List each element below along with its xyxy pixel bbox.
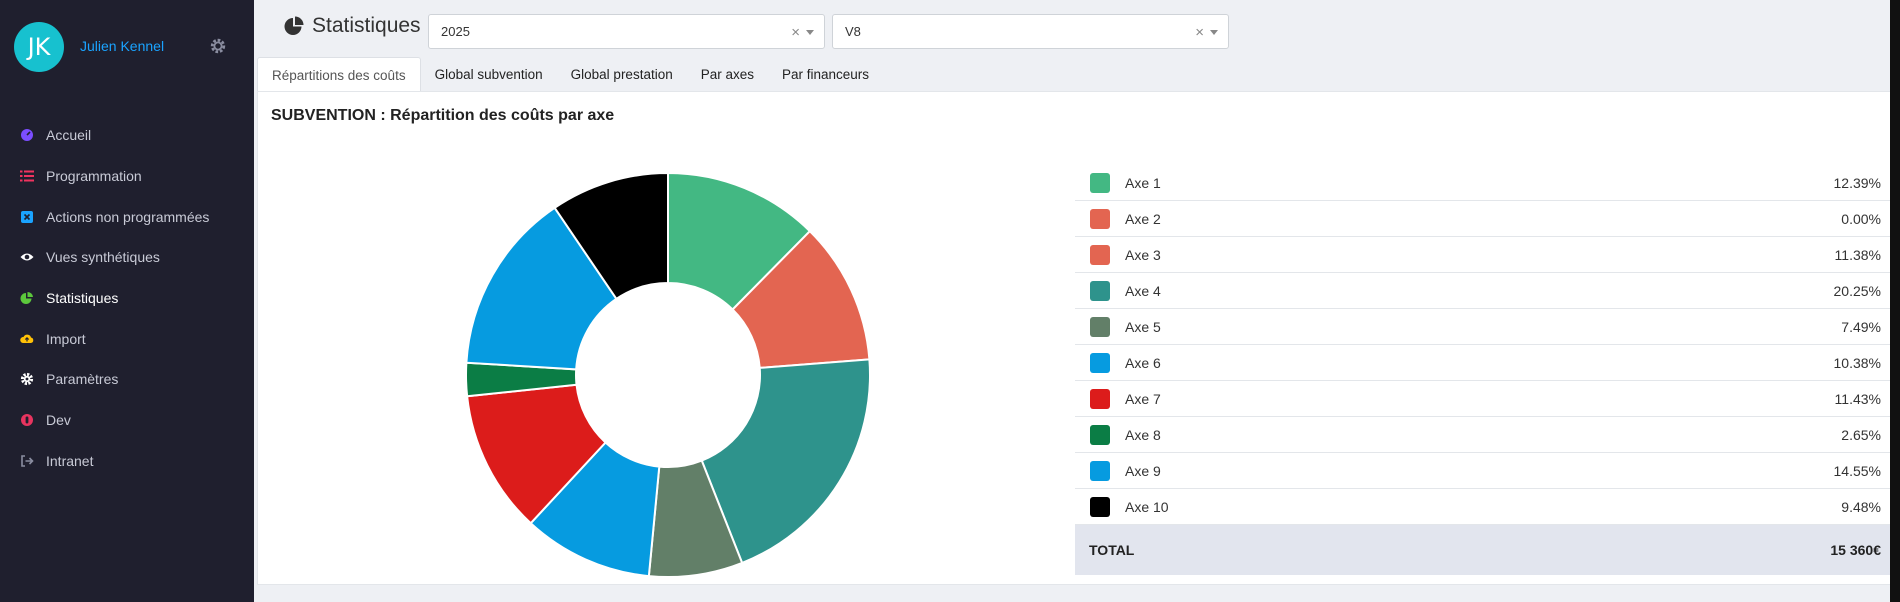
legend-label: Axe 10 [1125, 499, 1169, 515]
sidebar-item-vues-synth-tiques[interactable]: Vues synthétiques [0, 237, 254, 278]
legend-value: 11.43% [1834, 391, 1881, 407]
stats-panel: SUBVENTION : Répartition des coûts par a… [257, 91, 1893, 585]
version-select-value: V8 [845, 24, 861, 39]
legend-label: Axe 7 [1125, 391, 1161, 407]
legend-swatch [1090, 173, 1110, 193]
legend-label: Axe 3 [1125, 247, 1161, 263]
total-value: 15 360€ [1830, 542, 1881, 558]
legend-value: 20.25% [1833, 283, 1881, 299]
square-x-icon [20, 210, 34, 224]
legend-value: 7.49% [1841, 319, 1881, 335]
chart-legend-table: Axe 1 12.39% Axe 2 0.00% Axe 3 11.38% Axe 4 20.… [1075, 165, 1893, 575]
legend-row: Axe 5 7.49% [1075, 309, 1893, 345]
sidebar-item-actions-non-programm-es[interactable]: Actions non programmées [0, 196, 254, 237]
eye-icon [20, 250, 34, 264]
sidebar-item-intranet[interactable]: Intranet [0, 441, 254, 482]
sidebar-item-label: Programmation [46, 168, 142, 185]
year-select[interactable]: 2025 × [428, 14, 825, 49]
total-row: TOTAL 15 360€ [1075, 525, 1893, 575]
legend-swatch [1090, 245, 1110, 265]
page-title-text: Statistiques [312, 14, 421, 37]
total-label: TOTAL [1089, 542, 1135, 558]
legend-swatch [1090, 353, 1110, 373]
legend-value: 11.38% [1834, 247, 1881, 263]
chevron-down-icon[interactable] [1210, 30, 1218, 35]
bug-icon [20, 413, 34, 427]
legend-value: 14.55% [1833, 463, 1881, 479]
tab-global-subvention[interactable]: Global subvention [421, 57, 557, 92]
legend-value: 9.48% [1841, 499, 1881, 515]
legend-label: Axe 1 [1125, 175, 1161, 191]
sidebar-item-label: Import [46, 330, 86, 347]
sign-out-icon [20, 454, 34, 468]
panel-title: SUBVENTION : Répartition des coûts par a… [271, 107, 615, 124]
clear-icon[interactable]: × [1195, 24, 1204, 41]
legend-swatch [1090, 209, 1110, 229]
sidebar-item-label: Actions non programmées [46, 208, 210, 225]
version-select[interactable]: V8 × [832, 14, 1229, 49]
sidebar-item-programmation[interactable]: Programmation [0, 156, 254, 197]
legend-row: Axe 4 20.25% [1075, 273, 1893, 309]
legend-value: 12.39% [1833, 175, 1881, 191]
legend-row: Axe 9 14.55% [1075, 453, 1893, 489]
page-title: Statistiques [283, 14, 421, 38]
avatar[interactable]: JK [14, 22, 64, 72]
donut-chart [465, 171, 871, 578]
legend-label: Axe 4 [1125, 283, 1161, 299]
legend-row: Axe 7 11.43% [1075, 381, 1893, 417]
cog-icon [20, 372, 34, 386]
legend-swatch [1090, 461, 1110, 481]
legend-swatch [1090, 281, 1110, 301]
scrollbar[interactable] [1890, 0, 1900, 602]
legend-row: Axe 6 10.38% [1075, 345, 1893, 381]
sidebar-item-label: Vues synthétiques [46, 249, 160, 266]
legend-swatch [1090, 389, 1110, 409]
tab-par-financeurs[interactable]: Par financeurs [768, 57, 883, 92]
sidebar-item-statistiques[interactable]: Statistiques [0, 278, 254, 319]
sidebar-item-accueil[interactable]: Accueil [0, 115, 254, 156]
year-select-value: 2025 [441, 24, 470, 39]
legend-row: Axe 3 11.38% [1075, 237, 1893, 273]
tab-bar: Répartitions des coûts Global subvention G… [257, 57, 883, 92]
gear-icon[interactable] [209, 37, 227, 55]
legend-label: Axe 2 [1125, 211, 1161, 227]
sidebar-item-label: Intranet [46, 452, 94, 469]
sidebar-item-param-tres[interactable]: Paramètres [0, 359, 254, 400]
tab-global-prestation[interactable]: Global prestation [557, 57, 687, 92]
cloud-upload-icon [20, 332, 34, 346]
chevron-down-icon[interactable] [806, 30, 814, 35]
legend-row: Axe 8 2.65% [1075, 417, 1893, 453]
legend-label: Axe 5 [1125, 319, 1161, 335]
legend-row: Axe 2 0.00% [1075, 201, 1893, 237]
legend-swatch [1090, 497, 1110, 517]
header-bar: Statistiques 2025 × V8 × [254, 8, 1890, 52]
list-icon [20, 169, 34, 183]
legend-label: Axe 8 [1125, 427, 1161, 443]
user-name-link[interactable]: Julien Kennel [80, 38, 164, 54]
legend-row: Axe 1 12.39% [1075, 165, 1893, 201]
sidebar-item-label: Accueil [46, 127, 92, 144]
legend-label: Axe 6 [1125, 355, 1161, 371]
main-content: Statistiques 2025 × V8 × Répartitions de… [254, 0, 1893, 602]
legend-value: 0.00% [1841, 211, 1881, 227]
sidebar: JK Julien Kennel Accueil Programmation Act… [0, 0, 254, 602]
sidebar-item-label: Paramètres [46, 371, 119, 388]
dashboard-icon [20, 128, 34, 142]
tab-par-axes[interactable]: Par axes [687, 57, 768, 92]
legend-value: 10.38% [1833, 355, 1881, 371]
sidebar-item-dev[interactable]: Dev [0, 400, 254, 441]
sidebar-item-import[interactable]: Import [0, 318, 254, 359]
sidebar-item-label: Dev [46, 412, 71, 429]
sidebar-nav: Accueil Programmation Actions non programm… [0, 115, 254, 481]
clear-icon[interactable]: × [791, 24, 800, 41]
pie-chart-icon [284, 16, 304, 35]
legend-swatch [1090, 425, 1110, 445]
legend-row: Axe 10 9.48% [1075, 489, 1893, 525]
tab-r-partitions-des-co-ts[interactable]: Répartitions des coûts [257, 57, 421, 92]
legend-label: Axe 9 [1125, 463, 1161, 479]
pie-chart-icon [20, 291, 34, 305]
sidebar-item-label: Statistiques [46, 290, 119, 307]
legend-swatch [1090, 317, 1110, 337]
legend-value: 2.65% [1841, 427, 1881, 443]
